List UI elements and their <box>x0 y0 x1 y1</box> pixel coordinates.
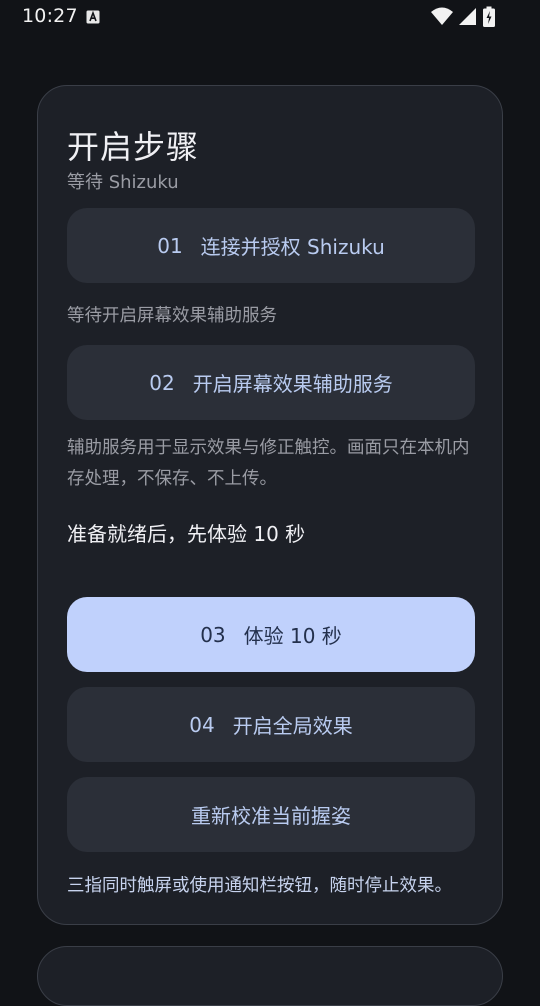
wifi-icon <box>431 7 453 25</box>
step-label: 连接并授权 Shizuku <box>200 235 385 259</box>
step-label: 开启全局效果 <box>232 714 353 738</box>
step-number: 01 <box>157 233 183 258</box>
battery-charging-icon <box>483 6 495 27</box>
a-letter-icon <box>86 10 100 24</box>
next-card <box>37 946 503 1006</box>
setup-steps-card: 开启步骤 等待 Shizuku 01 连接并授权 Shizuku 等待开启屏幕效… <box>37 85 503 925</box>
enable-global-effect-button[interactable]: 04 开启全局效果 <box>67 687 475 762</box>
connect-shizuku-button[interactable]: 01 连接并授权 Shizuku <box>67 208 475 283</box>
shizuku-status-text: 等待 Shizuku <box>67 172 179 193</box>
step-label: 开启屏幕效果辅助服务 <box>192 372 393 396</box>
signal-icon <box>459 8 476 25</box>
card-title: 开启步骤 <box>67 128 200 166</box>
enable-accessibility-button[interactable]: 02 开启屏幕效果辅助服务 <box>67 345 475 420</box>
button-label: 重新校准当前握姿 <box>191 804 351 828</box>
accessibility-privacy-note: 辅助服务用于显示效果与修正触控。画面只在本机内存处理，不保存、不上传。 <box>67 438 470 489</box>
stop-effect-hint: 三指同时触屏或使用通知栏按钮，随时停止效果。 <box>67 876 452 896</box>
ready-heading: 准备就绪后，先体验 10 秒 <box>67 522 306 546</box>
status-bar: 10:27 <box>0 0 540 34</box>
step-number: 04 <box>189 712 215 737</box>
step-number: 03 <box>200 622 226 647</box>
step-number: 02 <box>149 370 175 395</box>
try-10-seconds-button[interactable]: 03 体验 10 秒 <box>67 597 475 672</box>
status-icons <box>430 6 500 28</box>
step-label: 体验 10 秒 <box>243 624 342 648</box>
recalibrate-grip-button[interactable]: 重新校准当前握姿 <box>67 777 475 852</box>
accessibility-status-text: 等待开启屏幕效果辅助服务 <box>67 306 277 326</box>
status-time: 10:27 <box>22 5 78 27</box>
